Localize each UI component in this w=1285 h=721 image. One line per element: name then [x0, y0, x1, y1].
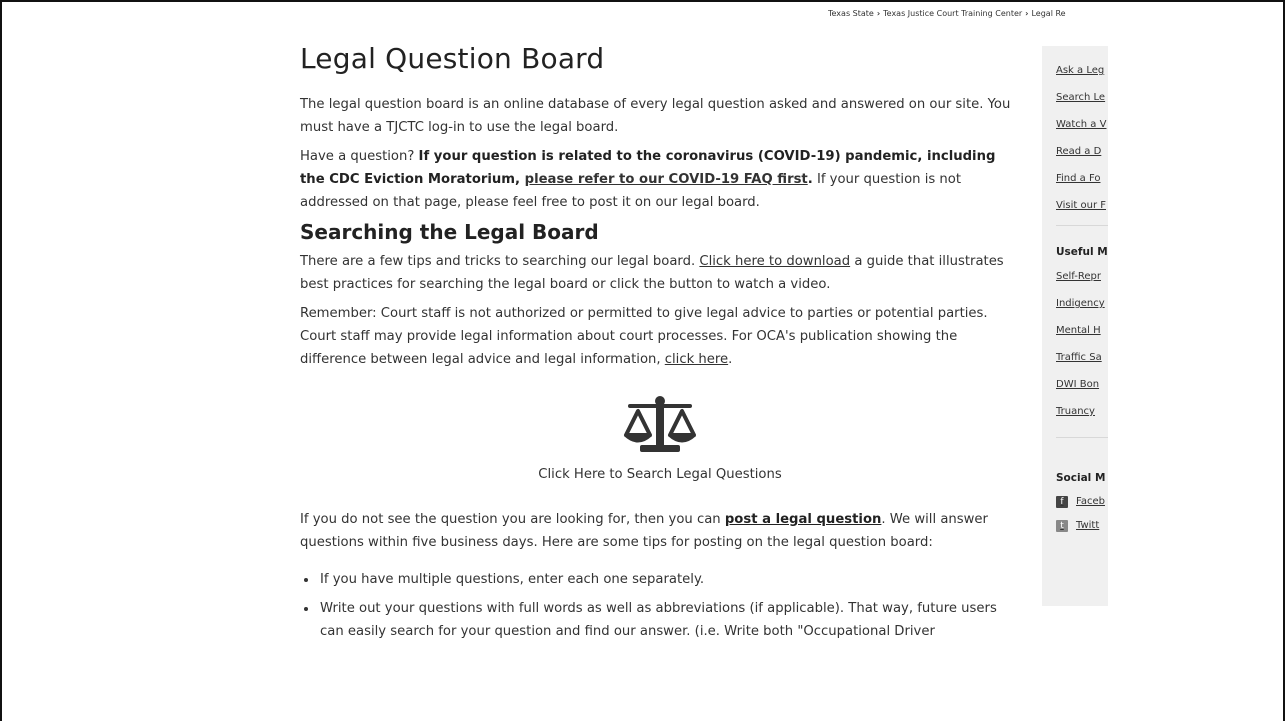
- sidebar-mental-health-link[interactable]: Mental H: [1056, 326, 1108, 336]
- covid-faq-link[interactable]: please refer to our COVID-19 FAQ first: [525, 172, 808, 187]
- sidebar-search-link[interactable]: Search Le: [1056, 93, 1108, 103]
- intro-paragraph: The legal question board is an online da…: [300, 97, 1011, 135]
- page-title: Legal Question Board: [300, 42, 605, 75]
- oca-publication-link[interactable]: click here: [665, 352, 728, 367]
- sidebar-quick-links: Ask a Leg Search Le Watch a V Read a D F…: [1056, 46, 1108, 226]
- question-paragraph: Have a question? If your question is rel…: [300, 149, 996, 210]
- post-legal-question-link[interactable]: post a legal question: [725, 512, 882, 527]
- sidebar-visit-link[interactable]: Visit our F: [1056, 201, 1108, 211]
- sidebar-useful-materials: Useful M Self-Repr Indigency Mental H Tr…: [1056, 226, 1108, 438]
- useful-materials-heading: Useful M: [1056, 246, 1108, 258]
- breadcrumb-chevron-icon: ›: [1025, 9, 1029, 18]
- download-guide-link[interactable]: Click here to download: [699, 254, 850, 269]
- breadcrumb-chevron-icon: ›: [876, 9, 881, 18]
- sidebar-self-represented-link[interactable]: Self-Repr: [1056, 272, 1108, 282]
- sidebar-dwi-bond-link[interactable]: DWI Bon: [1056, 380, 1108, 390]
- tips-paragraph: There are a few tips and tricks to searc…: [300, 254, 1004, 292]
- breadcrumb-tjctc[interactable]: Texas Justice Court Training Center: [883, 9, 1022, 18]
- search-legal-questions-button[interactable]: Click Here to Search Legal Questions: [538, 395, 782, 482]
- sidebar-indigency-link[interactable]: Indigency: [1056, 299, 1108, 309]
- main-content: Legal Question Board The legal question …: [300, 42, 1020, 649]
- remember-paragraph: Remember: Court staff is not authorized …: [300, 306, 988, 367]
- sidebar-traffic-safety-link[interactable]: Traffic Sa: [1056, 353, 1108, 363]
- breadcrumb: Texas State › Texas Justice Court Training…: [828, 9, 1118, 18]
- sidebar-social-media: Social M f Faceb t Twitt: [1056, 438, 1108, 542]
- search-heading: Searching the Legal Board: [300, 220, 599, 244]
- social-media-heading: Social M: [1056, 472, 1106, 484]
- sidebar-find-form-link[interactable]: Find a Fo: [1056, 174, 1108, 184]
- search-button-label: Click Here to Search Legal Questions: [538, 467, 782, 482]
- sidebar-watch-video-link[interactable]: Watch a V: [1056, 120, 1108, 130]
- twitter-icon: t: [1056, 520, 1068, 532]
- sidebar-facebook-link[interactable]: f Faceb: [1056, 496, 1108, 508]
- post-question-paragraph: If you do not see the question you are l…: [300, 512, 988, 550]
- posting-tips-list: If you have multiple questions, enter ea…: [318, 568, 1020, 643]
- breadcrumb-texas-state[interactable]: Texas State: [828, 9, 874, 18]
- list-item: Write out your questions with full words…: [318, 597, 1020, 643]
- search-button-area: Click Here to Search Legal Questions: [300, 395, 1020, 482]
- facebook-icon: f: [1056, 496, 1068, 508]
- browser-viewport: Texas State › Texas Justice Court Training…: [0, 0, 1285, 721]
- scales-of-justice-icon: [624, 396, 696, 452]
- sidebar-ask-question-link[interactable]: Ask a Leg: [1056, 66, 1108, 76]
- list-item: If you have multiple questions, enter ea…: [318, 568, 1020, 591]
- sidebar-truancy-link[interactable]: Truancy: [1056, 407, 1108, 417]
- sidebar-read-link[interactable]: Read a D: [1056, 147, 1108, 157]
- sidebar-twitter-link[interactable]: t Twitt: [1056, 520, 1108, 532]
- breadcrumb-current[interactable]: Legal Re: [1031, 9, 1065, 18]
- sidebar: Ask a Leg Search Le Watch a V Read a D F…: [1042, 46, 1108, 606]
